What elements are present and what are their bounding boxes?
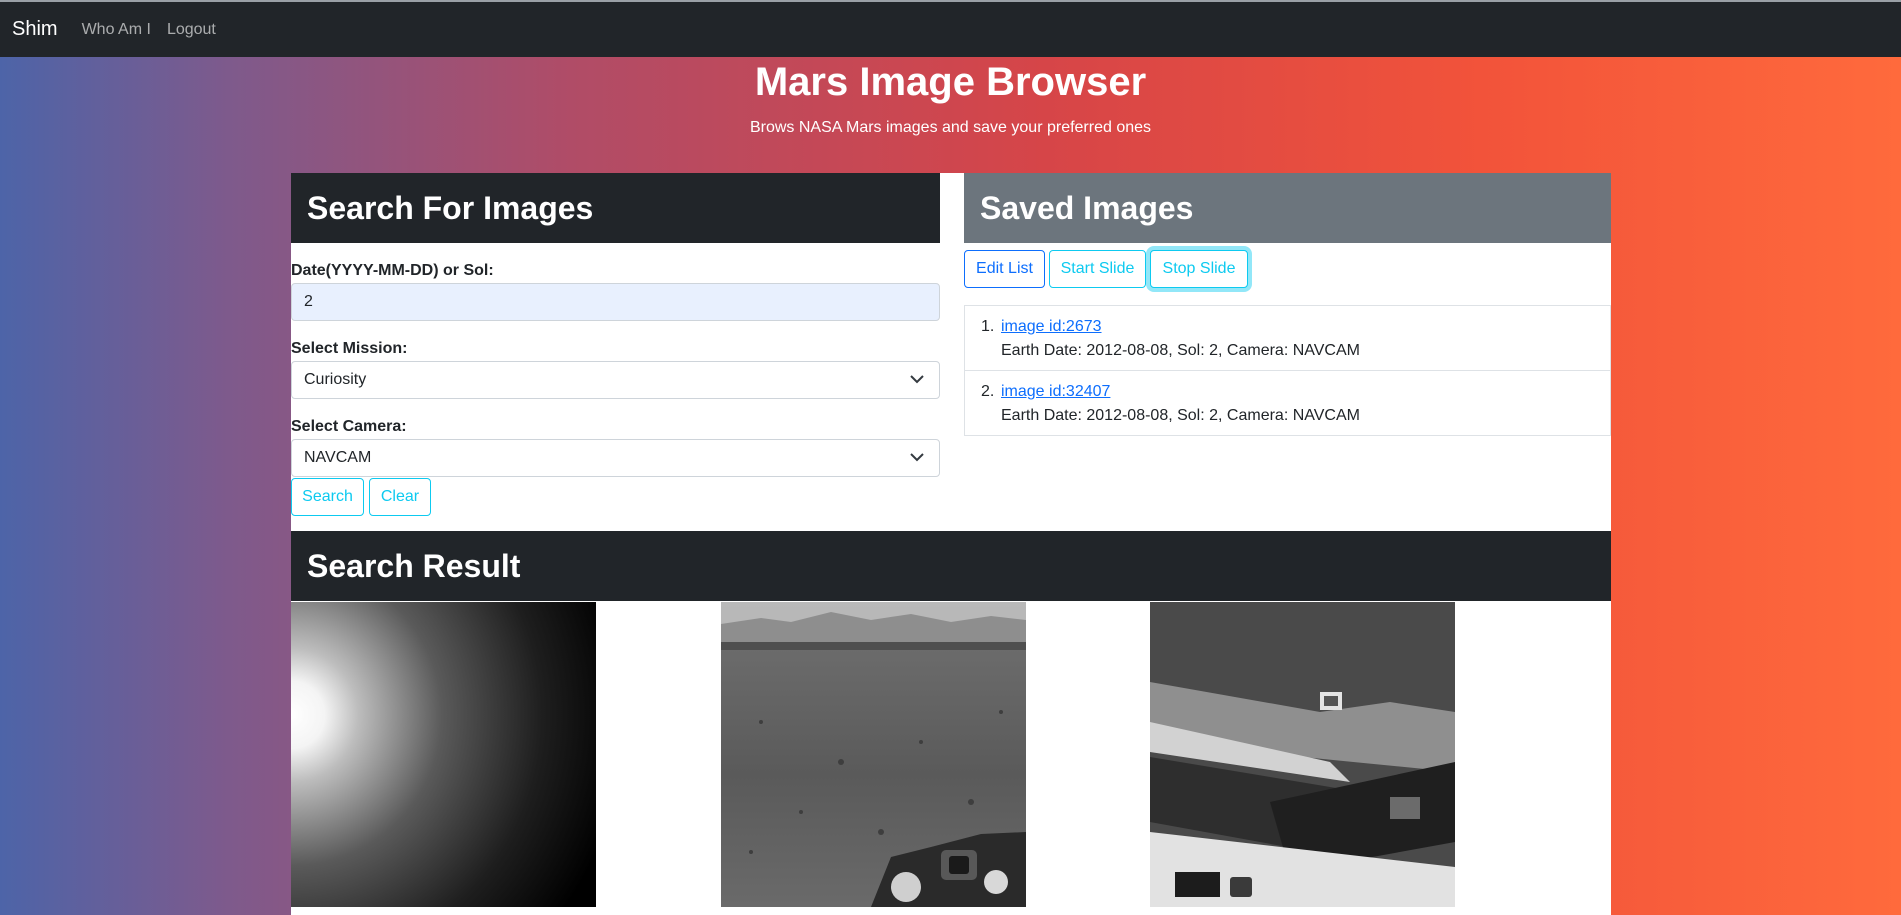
list-item: 1. image id:2673 Earth Date: 2012-08-08,… [965, 306, 1610, 371]
clear-button[interactable]: Clear [369, 478, 431, 516]
saved-panel-heading: Saved Images [964, 173, 1611, 243]
page-subtitle: Brows NASA Mars images and save your pre… [749, 119, 1152, 136]
nav-who-am-i[interactable]: Who Am I [82, 21, 151, 39]
result-image[interactable] [1150, 602, 1455, 907]
brand-link[interactable]: Shim [12, 18, 58, 41]
saved-image-link[interactable]: image id:32407 [1001, 383, 1110, 401]
chevron-down-icon [910, 375, 924, 384]
mission-select[interactable]: Curiosity [291, 361, 940, 399]
date-input-value: 2 [304, 293, 313, 310]
saved-image-link[interactable]: image id:2673 [1001, 318, 1102, 336]
nav-logout[interactable]: Logout [167, 21, 216, 39]
saved-image-meta: Earth Date: 2012-08-08, Sol: 2, Camera: … [1001, 342, 1360, 359]
start-slide-button[interactable]: Start Slide [1049, 250, 1146, 288]
result-image[interactable] [721, 602, 1026, 907]
main-container: Search For Images Date(YYYY-MM-DD) or So… [291, 173, 1611, 915]
search-panel-heading: Search For Images [291, 173, 940, 243]
chevron-down-icon [910, 453, 924, 462]
saved-images-list: 1. image id:2673 Earth Date: 2012-08-08,… [964, 305, 1611, 436]
list-item: 2. image id:32407 Earth Date: 2012-08-08… [965, 371, 1610, 435]
result-image[interactable] [291, 602, 596, 907]
top-navbar: Shim Who Am I Logout [0, 0, 1901, 57]
page-title: Mars Image Browser [754, 60, 1147, 104]
list-item-number: 1. [981, 318, 995, 335]
search-result-heading: Search Result [291, 531, 1611, 601]
stop-slide-button[interactable]: Stop Slide [1150, 250, 1248, 288]
date-label: Date(YYYY-MM-DD) or Sol: [291, 262, 494, 279]
date-input[interactable]: 2 [291, 283, 940, 321]
camera-select[interactable]: NAVCAM [291, 439, 940, 477]
camera-label: Select Camera: [291, 418, 407, 435]
mission-select-value: Curiosity [304, 371, 367, 388]
list-item-number: 2. [981, 383, 995, 400]
camera-select-value: NAVCAM [304, 449, 372, 466]
search-button[interactable]: Search [291, 478, 364, 516]
mission-label: Select Mission: [291, 340, 408, 357]
edit-list-button[interactable]: Edit List [964, 250, 1045, 288]
saved-image-meta: Earth Date: 2012-08-08, Sol: 2, Camera: … [1001, 407, 1360, 424]
